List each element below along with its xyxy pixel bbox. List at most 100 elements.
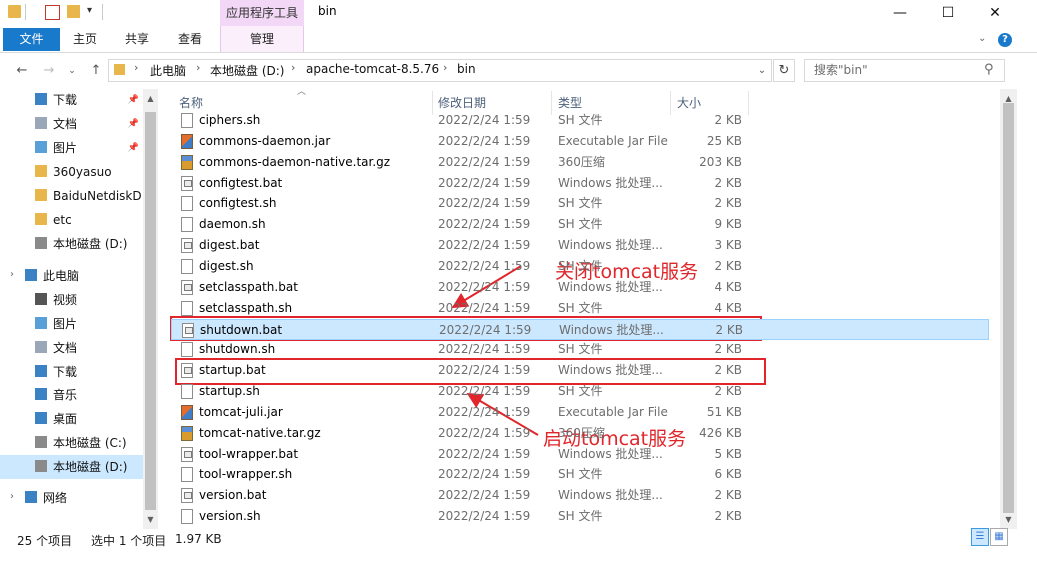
file-type: Windows 批处理... [559,323,664,337]
file-row[interactable]: tomcat-native.tar.gz 2022/2/24 1:59 360压缩 4… [171,423,989,444]
file-date: 2022/2/24 1:59 [438,113,531,127]
file-type: SH 文件 [558,509,603,523]
file-row[interactable]: tomcat-juli.jar 2022/2/24 1:59 Executable … [171,402,989,423]
nav-item[interactable]: 本地磁盘 (C:) [0,431,143,455]
file-row[interactable]: setclasspath.bat 2022/2/24 1:59 Windows 批处… [171,277,989,298]
nav-item-label: 本地磁盘 (D:) [53,237,128,251]
nav-item[interactable]: 下载 [0,360,143,384]
expand-chevron-icon[interactable]: › [10,269,14,280]
nav-item-label: etc [53,213,72,227]
nav-item[interactable]: 网络 [0,486,143,510]
nav-item[interactable]: BaiduNetdiskD [0,184,143,208]
file-row[interactable]: configtest.sh 2022/2/24 1:59 SH 文件 2 KB [171,193,989,214]
file-row[interactable]: version.bat 2022/2/24 1:59 Windows 批处理... 2… [171,485,989,506]
script-file-icon [181,384,193,399]
status-item-count: 25 个项目 [17,534,73,548]
file-name: setclasspath.sh [199,301,293,315]
nav-item-label: 图片 [53,317,78,331]
file-row[interactable]: shutdown.sh 2022/2/24 1:59 SH 文件 2 KB [171,339,989,360]
file-size: 2 KB [714,509,742,523]
file-type: Executable Jar File [558,405,668,419]
file-date: 2022/2/24 1:59 [438,134,531,148]
file-row[interactable]: setclasspath.sh 2022/2/24 1:59 SH 文件 4 KB [171,298,989,319]
nav-item[interactable]: 下载 📌 [0,88,143,112]
file-row[interactable]: digest.sh 2022/2/24 1:59 SH 文件 2 KB [171,256,989,277]
file-date: 2022/2/24 1:59 [438,384,531,398]
nav-item[interactable]: 文档 📌 [0,112,143,136]
file-name: commons-daemon.jar [199,134,331,148]
file-row[interactable]: tool-wrapper.bat 2022/2/24 1:59 Windows 批处… [171,444,989,465]
nav-item[interactable]: 音乐 [0,383,143,407]
batch-file-icon [182,323,194,338]
nav-item[interactable]: 桌面 [0,407,143,431]
file-date: 2022/2/24 1:59 [438,509,531,523]
file-row[interactable]: configtest.bat 2022/2/24 1:59 Windows 批处理.… [171,173,989,194]
file-size: 5 KB [714,447,742,461]
file-row[interactable]: version.sh 2022/2/24 1:59 SH 文件 2 KB [171,506,989,527]
file-date: 2022/2/24 1:59 [438,217,531,231]
file-date: 2022/2/24 1:59 [438,238,531,252]
file-type: Windows 批处理... [558,447,663,461]
nav-item[interactable]: 360yasuo [0,160,143,184]
nav-item[interactable]: 此电脑 [0,264,143,288]
drive-icon [35,237,47,249]
nav-item-label: 本地磁盘 (D:) [53,460,128,474]
nav-item-label: 此电脑 [43,269,80,283]
file-size: 2 KB [714,363,742,377]
file-row[interactable]: startup.sh 2022/2/24 1:59 SH 文件 2 KB [171,381,989,402]
file-date: 2022/2/24 1:59 [438,196,531,210]
file-row[interactable]: ciphers.sh 2022/2/24 1:59 SH 文件 2 KB [171,110,989,131]
nav-item[interactable]: etc [0,208,143,232]
file-type: SH 文件 [558,301,603,315]
file-name: configtest.sh [199,196,277,210]
file-date: 2022/2/24 1:59 [438,488,531,502]
nav-item-label: 音乐 [53,388,78,402]
nav-item[interactable]: 图片 📌 [0,136,143,160]
documents-folder-icon [35,341,47,353]
expand-chevron-icon[interactable]: › [10,491,14,502]
archive-file-icon [181,155,193,170]
large-icons-view-icon[interactable]: ▦ [990,528,1008,546]
file-type: Windows 批处理... [558,238,663,252]
file-row[interactable]: daemon.sh 2022/2/24 1:59 SH 文件 9 KB [171,214,989,235]
music-folder-icon [35,388,47,400]
file-name: startup.bat [199,363,266,377]
file-date: 2022/2/24 1:59 [438,176,531,190]
file-type: 360压缩 [558,155,605,169]
file-size: 2 KB [715,323,743,337]
file-date: 2022/2/24 1:59 [438,447,531,461]
pin-icon: 📌 [127,143,139,153]
details-view-icon[interactable]: ☰ [971,528,989,546]
script-file-icon [181,196,193,211]
documents-folder-icon [35,117,47,129]
file-row[interactable]: shutdown.bat 2022/2/24 1:59 Windows 批处理...… [171,319,989,340]
nav-item[interactable]: 视频 [0,288,143,312]
file-date: 2022/2/24 1:59 [438,467,531,481]
file-row[interactable]: commons-daemon.jar 2022/2/24 1:59 Executab… [171,131,989,152]
this-pc-icon [25,269,37,281]
nav-item-label: 视频 [53,293,78,307]
script-file-icon [181,259,193,274]
file-row[interactable]: tool-wrapper.sh 2022/2/24 1:59 SH 文件 6 KB [171,464,989,485]
file-name: configtest.bat [199,176,283,190]
script-file-icon [181,113,193,128]
nav-item[interactable]: 本地磁盘 (D:) [0,232,143,256]
file-size: 2 KB [714,384,742,398]
file-name: tomcat-native.tar.gz [199,426,321,440]
file-name: digest.bat [199,238,260,252]
file-row[interactable]: commons-daemon-native.tar.gz 2022/2/24 1:… [171,152,989,173]
folder-icon [35,189,47,201]
nav-item[interactable]: 文档 [0,336,143,360]
file-name: daemon.sh [199,217,266,231]
file-row[interactable]: startup.bat 2022/2/24 1:59 Windows 批处理... 2… [171,360,989,381]
nav-item[interactable]: 本地磁盘 (D:) [0,455,143,479]
file-size: 9 KB [714,217,742,231]
file-row[interactable]: digest.bat 2022/2/24 1:59 Windows 批处理... 3 … [171,235,989,256]
nav-item-label: 文档 [53,341,78,355]
file-type: Windows 批处理... [558,363,663,377]
file-date: 2022/2/24 1:59 [439,323,532,337]
file-type: SH 文件 [558,196,603,210]
file-type: Windows 批处理... [558,176,663,190]
nav-item[interactable]: 图片 [0,312,143,336]
batch-file-icon [181,488,193,503]
